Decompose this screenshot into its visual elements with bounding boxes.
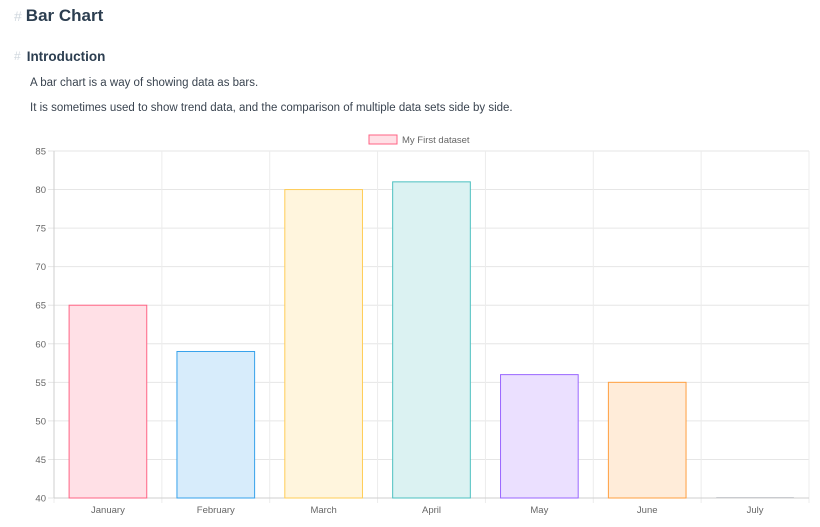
page-title: Bar Chart (25, 6, 104, 25)
y-tick-label: 45 (35, 455, 46, 466)
bar-january (68, 304, 148, 499)
legend-label: My First dataset (402, 135, 470, 146)
y-tick-label: 70 (35, 262, 46, 273)
bar-may (500, 374, 579, 499)
anchor-hash-icon[interactable]: # (14, 8, 22, 24)
bar-february (176, 350, 256, 499)
y-tick-label: 40 (35, 494, 46, 505)
x-tick-label: January (91, 505, 125, 516)
page-heading: # Bar Chart (14, 4, 103, 28)
intro-paragraph-2: It is sometimes used to show trend data,… (30, 102, 513, 114)
x-tick-label: July (747, 505, 764, 516)
bar-chart: 40 45 50 55 60 65 70 75 80 85 January February March… (35, 134, 810, 516)
x-tick-label: March (310, 505, 336, 516)
bar-june (607, 381, 687, 499)
y-tick-label: 80 (35, 185, 46, 196)
y-tick-label: 50 (35, 416, 46, 427)
y-tick-label: 65 (35, 301, 46, 312)
bar-march (284, 189, 363, 499)
anchor-hash-icon[interactable]: # (14, 49, 21, 63)
x-tick-label: April (422, 505, 441, 516)
y-tick-label: 60 (35, 339, 46, 350)
legend-swatch (368, 134, 398, 145)
x-tick-label: May (530, 505, 548, 516)
section-heading: # Introduction (14, 46, 105, 66)
bar-april (392, 181, 471, 499)
intro-paragraph-1: A bar chart is a way of showing data as … (30, 77, 259, 89)
y-tick-label: 85 (35, 147, 46, 158)
x-tick-label: June (637, 505, 658, 516)
y-tick-label: 75 (35, 224, 46, 235)
section-title: Introduction (26, 48, 106, 64)
y-tick-label: 55 (35, 378, 46, 389)
x-tick-label: February (197, 505, 235, 516)
